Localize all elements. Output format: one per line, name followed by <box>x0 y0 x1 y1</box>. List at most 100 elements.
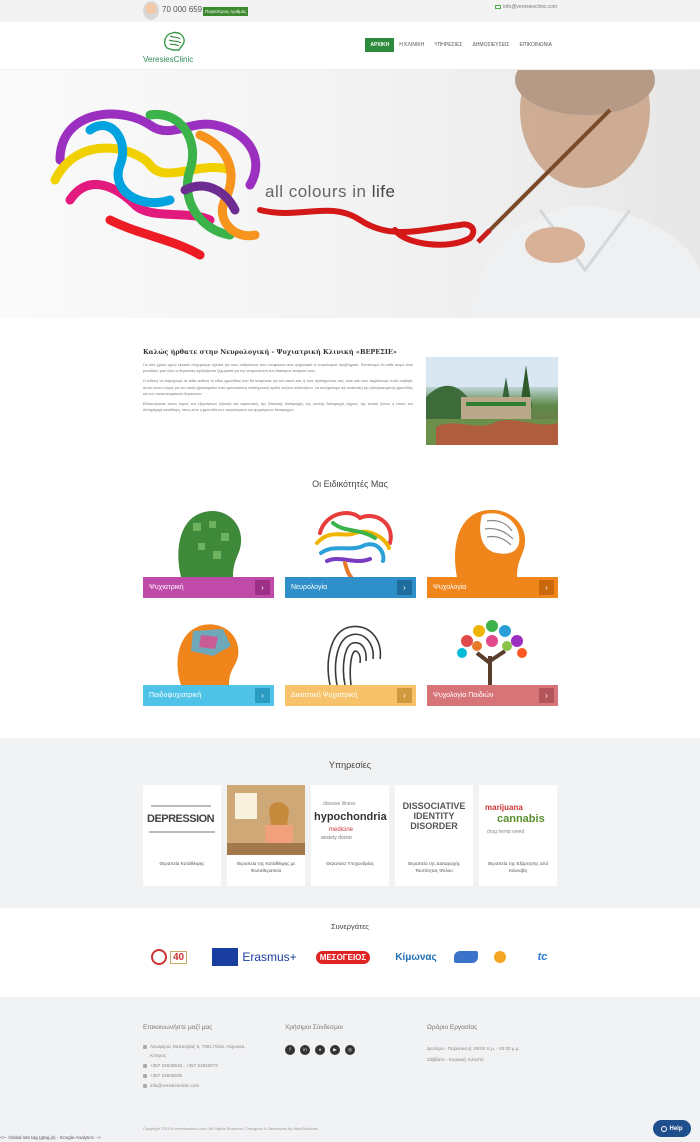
partner-logo-40-years[interactable]: 40 <box>137 945 201 969</box>
help-icon <box>661 1125 668 1132</box>
chevron-right-icon[interactable]: › <box>539 688 554 703</box>
footer-phones-text[interactable]: +357 24645533 , +357 24820072 <box>150 1063 218 1068</box>
service-label: Θεραπεία της Εξάρτησης από Κάνναβη <box>487 861 549 873</box>
hero-tagline: all colours in life <box>265 182 395 202</box>
service-label: Θεραπεία της Διαταραχής Ταυτότητας Φύλου <box>407 861 461 873</box>
chevron-right-icon[interactable]: › <box>397 580 412 595</box>
main-nav: ΑΡΧΙΚΗ Η ΚΛΙΝΙΚΗ ΥΠΗΡΕΣΙΕΣ ΔΗΜΟΣΙΕΥΣΕΙΣ … <box>365 38 557 52</box>
welcome-title: Καλώς ήρθατε στην Νευρολογική - Ψυχιατρι… <box>143 348 397 356</box>
footer-phones: +357 24645533 , +357 24820072 <box>143 1063 218 1068</box>
specialty-label: Ψυχολογία <box>433 584 467 591</box>
partner-mesogeios-text: ΜΕΣΟΓΕΙΟΣ <box>315 950 371 964</box>
footer-links-title: Χρήσιμοι Σύνδεσμοι <box>285 1024 343 1031</box>
nav-services[interactable]: ΥΠΗΡΕΣΙΕΣ <box>429 38 467 52</box>
top-email-link[interactable]: info@veresiesclinic.com <box>495 4 557 10</box>
footer-fax: +357 24645535 <box>143 1073 182 1078</box>
specialty-card-neurology[interactable]: Νευρολογία › <box>285 493 416 598</box>
hero-banner: all colours in life <box>0 70 700 318</box>
specialty-label: Νευρολογία <box>291 584 328 591</box>
partner-tc-text: tc <box>537 951 548 963</box>
partner-40-text: 40 <box>169 950 188 964</box>
specialty-card-child-psychology[interactable]: Ψυχολογία Παιδιών › <box>427 601 558 706</box>
footer-hours-title: Ωράριο Εργασίας <box>427 1024 478 1031</box>
specialty-label: Ψυχολογία Παιδιών <box>433 692 494 699</box>
specialty-label: Δικαστική Ψυχιατρική <box>291 692 358 699</box>
specialty-card-child-psychiatry[interactable]: Παιδοψυχιατρική › <box>143 601 274 706</box>
top-bar: 70 000 659 Παγκύπριος Αριθμός info@veres… <box>0 0 700 22</box>
map-pin-icon <box>143 1044 147 1049</box>
service-image: marijuana cannabis drug hemp weed <box>479 785 557 855</box>
specialty-label: Παιδοψυχιατρική <box>149 692 202 699</box>
help-button[interactable]: Help <box>653 1120 691 1137</box>
fax-icon <box>143 1073 147 1078</box>
logo-text: VeresiesClinic <box>143 55 194 64</box>
service-card-cannabis[interactable]: marijuana cannabis drug hemp weed Θεραπε… <box>479 785 557 886</box>
specialty-card-psychiatry[interactable]: Ψυχιατρική › <box>143 493 274 598</box>
specialty-card-psychology[interactable]: Ψυχολογία › <box>427 493 558 598</box>
specialty-label: Ψυχιατρική <box>149 584 184 591</box>
specialty-bar: Ψυχιατρική › <box>143 577 274 598</box>
service-image-text: cannabis <box>497 813 545 825</box>
welcome-paragraph-3: Ειδικευόμαστε στους τομείς των εξαρτήσεω… <box>143 402 413 413</box>
specialty-bar: Δικαστική Ψυχιατρική › <box>285 685 416 706</box>
partner-logo-sun[interactable] <box>485 945 515 969</box>
chevron-right-icon[interactable]: › <box>255 688 270 703</box>
nav-home[interactable]: ΑΡΧΙΚΗ <box>365 38 395 52</box>
site-logo[interactable]: VeresiesClinic <box>143 30 205 66</box>
partner-kimonas-text: Κίμωνας <box>395 951 437 963</box>
service-image-text: DISSOCIATIVE IDENTITY DISORDER <box>402 801 466 831</box>
site-header: VeresiesClinic ΑΡΧΙΚΗ Η ΚΛΙΝΙΚΗ ΥΠΗΡΕΣΙΕ… <box>0 22 700 70</box>
site-footer <box>0 997 700 1142</box>
service-image: DISSOCIATIVE IDENTITY DISORDER <box>395 785 473 855</box>
footer-email-text[interactable]: info@veresiesclinic.com <box>150 1083 199 1088</box>
service-image-text: hypochondria <box>314 811 387 823</box>
phone-badge: Παγκύπριος Αριθμός <box>203 7 249 16</box>
top-email-text: info@veresiesclinic.com <box>503 4 557 10</box>
hero-tagline-start: all colours in <box>265 182 372 201</box>
receptionist-avatar <box>143 1 159 20</box>
service-card-hypochondria[interactable]: disease illness hypochondria medicine an… <box>311 785 389 886</box>
footer-hours-weekend: Σάββατο - Κυριακή: Κλειστό <box>427 1057 484 1062</box>
footer-address-line1: Λεωφόρος Μεσαορίας 5, 7081 Πύλα, Λάρνακα… <box>150 1044 246 1049</box>
instagram-icon[interactable]: ◎ <box>345 1045 355 1055</box>
specialty-bar: Νευρολογία › <box>285 577 416 598</box>
nav-clinic[interactable]: Η ΚΛΙΝΙΚΗ <box>394 38 429 52</box>
specialties-title: Οι Ειδικότητές Μας <box>312 479 388 489</box>
linkedin-icon[interactable]: in <box>300 1045 310 1055</box>
foursquare-icon[interactable]: ♦ <box>315 1045 325 1055</box>
envelope-icon <box>495 5 502 9</box>
service-label: Θεραπεία της Κατάθλιψης με Φωτοθεραπεία <box>236 861 296 873</box>
partners-title: Συνεργάτες <box>330 922 370 931</box>
partner-logo-kimonas[interactable]: Κίμωνας <box>385 945 447 969</box>
footer-fax-text: +357 24645535 <box>150 1073 183 1078</box>
welcome-paragraph-1: Για όσο χρόνο ημών είμαστε επιχειρούμε σ… <box>143 363 413 374</box>
chevron-right-icon[interactable]: › <box>539 580 554 595</box>
partner-logo-tc[interactable]: tc <box>520 945 565 969</box>
youtube-icon[interactable]: ▶ <box>330 1045 340 1055</box>
service-label: Θεραπεία Υποχονδρίας <box>326 861 374 866</box>
service-image-text: DEPRESSION <box>147 813 215 825</box>
partner-logo-mesogeios[interactable]: ΜΕΣΟΓΕΙΟΣ <box>308 945 378 969</box>
welcome-section: Καλώς ήρθατε στην Νευρολογική - Ψυχιατρι… <box>143 348 413 417</box>
chevron-right-icon[interactable]: › <box>255 580 270 595</box>
footer-hours-weekdays: Δευτέρα - Παρασκευή: 09:00 π.μ. - 20:00 … <box>427 1046 520 1051</box>
nav-contact[interactable]: ΕΠΙΚΟΙΝΩΝΙΑ <box>515 38 557 52</box>
copyright-text: Copyright ©2019 veresiesclinic.com. All … <box>143 1126 318 1131</box>
service-card-depression[interactable]: DEPRESSION Θεραπεία Κατάθλιψης <box>143 785 221 886</box>
service-card-light-therapy[interactable]: Θεραπεία της Κατάθλιψης με Φωτοθεραπεία <box>227 785 305 886</box>
specialty-card-forensic-psychiatry[interactable]: Δικαστική Ψυχιατρική › <box>285 601 416 706</box>
nav-publications[interactable]: ΔΗΜΟΣΙΕΥΣΕΙΣ <box>467 38 514 52</box>
clinic-photo-illustration <box>426 357 558 445</box>
facebook-icon[interactable]: f <box>285 1045 295 1055</box>
service-card-dissociative[interactable]: DISSOCIATIVE IDENTITY DISORDER Θεραπεία … <box>395 785 473 886</box>
partner-logo-blue-fish[interactable] <box>452 945 480 969</box>
phone-number[interactable]: 70 000 659 <box>162 5 202 14</box>
service-label: Θεραπεία Κατάθλιψης <box>159 861 205 866</box>
specialty-bar: Ψυχολογία Παιδιών › <box>427 685 558 706</box>
chevron-right-icon[interactable]: › <box>397 688 412 703</box>
welcome-paragraph-2: Η ευθύνη να παρέχουμε σε κάθε ασθενή το … <box>143 379 413 396</box>
help-label: Help <box>669 1125 683 1132</box>
logo-head-icon <box>164 31 185 51</box>
services-title: Υπηρεσίες <box>328 760 372 770</box>
partner-logo-erasmus[interactable]: Erasmus+ <box>207 945 302 969</box>
